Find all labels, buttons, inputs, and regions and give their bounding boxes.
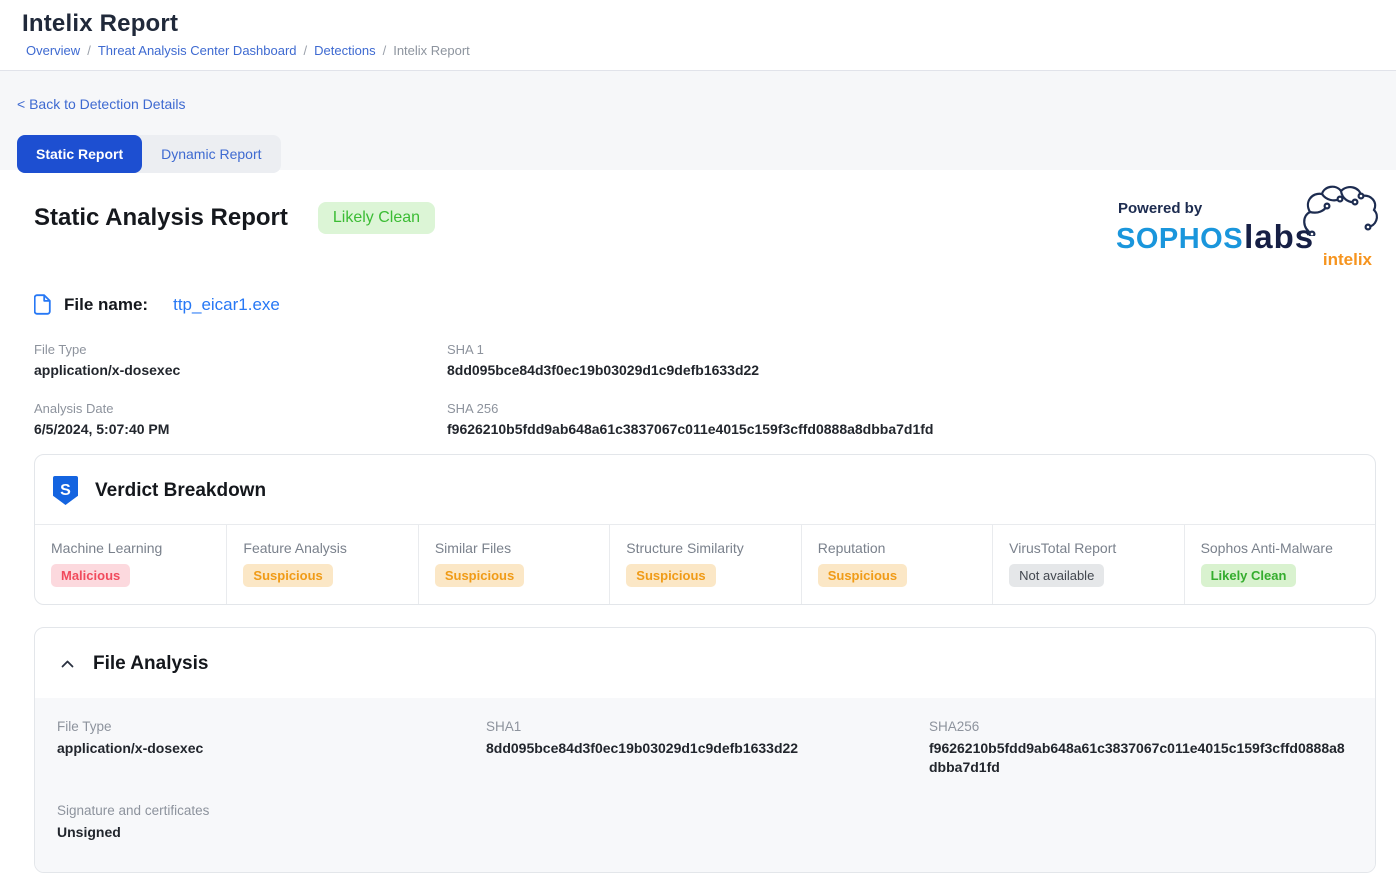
verdict-badge: Suspicious <box>626 564 715 587</box>
file-analysis-body: File Type application/x-dosexec SHA1 8dd… <box>35 698 1375 872</box>
report-title: Static Analysis Report <box>34 204 288 232</box>
file-analysis-card: File Analysis File Type application/x-do… <box>34 627 1376 873</box>
collapse-chevron-icon[interactable] <box>61 660 74 668</box>
file-name-link[interactable]: ttp_eicar1.exe <box>173 295 280 315</box>
file-name-row: File name: ttp_eicar1.exe <box>34 294 1376 315</box>
verdict-breakdown-card: S Verdict Breakdown Machine Learning Mal… <box>34 454 1376 605</box>
verdict-badge: Suspicious <box>818 564 907 587</box>
verdict-badge: Suspicious <box>243 564 332 587</box>
breadcrumb-separator: / <box>87 43 91 58</box>
breadcrumb-detections[interactable]: Detections <box>314 43 375 58</box>
sophos-wordmark: SOPHOS <box>1116 223 1243 256</box>
report-head: Static Analysis Report Likely Clean Powe… <box>34 196 1376 270</box>
verdict-feature-analysis: Feature Analysis Suspicious <box>226 525 417 604</box>
file-analysis-header[interactable]: File Analysis <box>35 628 1375 698</box>
verdict-badge: Malicious <box>51 564 130 587</box>
verdict-badge: Likely Clean <box>1201 564 1297 587</box>
fa-sha1: SHA1 8dd095bce84d3f0ec19b03029d1c9defb16… <box>486 719 929 777</box>
static-report-panel: Static Analysis Report Likely Clean Powe… <box>0 170 1396 873</box>
tab-static-report[interactable]: Static Report <box>17 135 142 173</box>
file-icon <box>34 294 51 315</box>
overall-verdict-badge: Likely Clean <box>318 202 435 234</box>
brain-network-icon <box>1298 184 1382 236</box>
meta-sha1: SHA 1 8dd095bce84d3f0ec19b03029d1c9defb1… <box>447 342 1376 378</box>
page-header: Intelix Report Overview / Threat Analysi… <box>0 0 1396 71</box>
sophos-shield-icon: S <box>53 476 78 505</box>
meta-file-type: File Type application/x-dosexec <box>34 342 447 378</box>
sophoslabs-intelix-logo: Powered by SOPHOS labs intelix <box>1116 200 1374 270</box>
file-name-label: File name: <box>64 295 148 315</box>
breadcrumb: Overview / Threat Analysis Center Dashbo… <box>22 43 1376 58</box>
report-tabs: Static Report Dynamic Report <box>17 135 281 173</box>
breadcrumb-separator: / <box>304 43 308 58</box>
verdict-badge: Not available <box>1009 564 1104 587</box>
verdict-reputation: Reputation Suspicious <box>801 525 992 604</box>
breadcrumb-separator: / <box>383 43 387 58</box>
file-analysis-title: File Analysis <box>93 653 208 675</box>
breadcrumb-current: Intelix Report <box>393 43 470 58</box>
verdict-badge: Suspicious <box>435 564 524 587</box>
breadcrumb-overview[interactable]: Overview <box>26 43 80 58</box>
verdict-machine-learning: Machine Learning Malicious <box>35 525 226 604</box>
file-meta-grid: File Type application/x-dosexec SHA 1 8d… <box>34 342 1376 437</box>
meta-analysis-date: Analysis Date 6/5/2024, 5:07:40 PM <box>34 401 447 437</box>
verdict-sophos-anti-malware: Sophos Anti-Malware Likely Clean <box>1184 525 1375 604</box>
tab-dynamic-report[interactable]: Dynamic Report <box>142 135 280 173</box>
toolbar-band: < Back to Detection Details Static Repor… <box>0 71 1396 170</box>
breadcrumb-threat-analysis-center-dashboard[interactable]: Threat Analysis Center Dashboard <box>98 43 297 58</box>
fa-sha256: SHA256 f9626210b5fdd9ab648a61c3837067c01… <box>929 719 1353 777</box>
page-title: Intelix Report <box>22 10 1376 38</box>
verdict-structure-similarity: Structure Similarity Suspicious <box>609 525 800 604</box>
fa-signature: Signature and certificates Unsigned <box>57 803 486 842</box>
verdict-virustotal-report: VirusTotal Report Not available <box>992 525 1183 604</box>
verdict-breakdown-title: Verdict Breakdown <box>95 480 266 502</box>
back-to-detection-details-link[interactable]: < Back to Detection Details <box>17 96 185 112</box>
fa-file-type: File Type application/x-dosexec <box>57 719 486 777</box>
verdict-similar-files: Similar Files Suspicious <box>418 525 609 604</box>
verdict-row: Machine Learning Malicious Feature Analy… <box>35 524 1375 604</box>
meta-sha256: SHA 256 f9626210b5fdd9ab648a61c3837067c0… <box>447 401 1376 437</box>
